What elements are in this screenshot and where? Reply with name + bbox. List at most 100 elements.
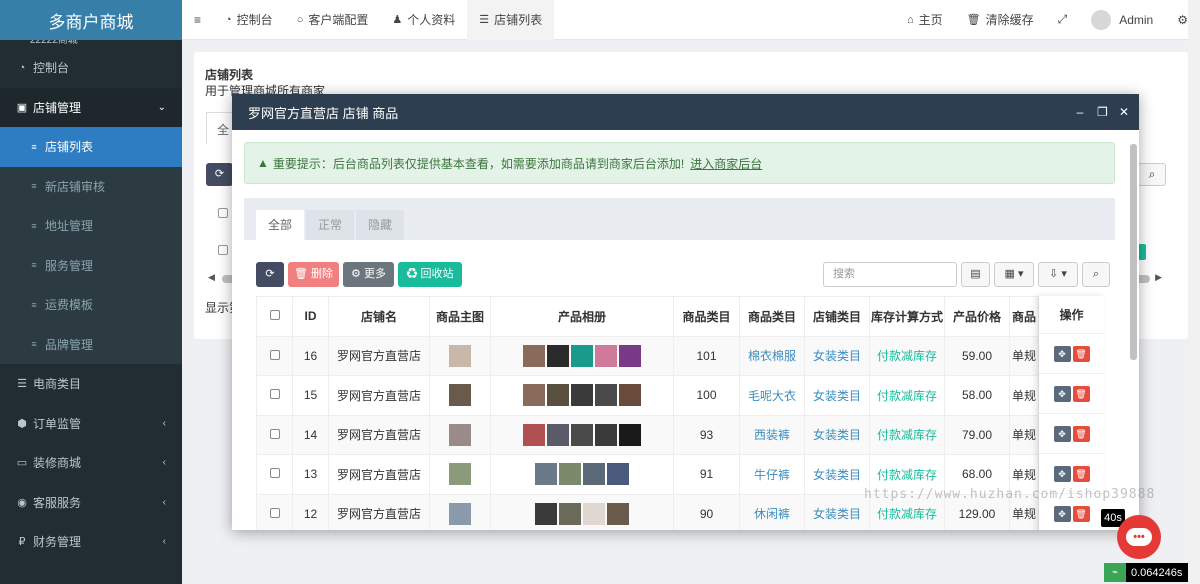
drag-sort-button[interactable]: ✥: [1053, 385, 1071, 402]
tab-all[interactable]: 全部: [256, 210, 305, 240]
maximize-icon[interactable]: ❐: [1097, 105, 1108, 119]
stock-method-label[interactable]: 付款减库存: [877, 468, 937, 482]
album-thumbnail[interactable]: [595, 344, 617, 367]
album-thumbnail[interactable]: [547, 344, 569, 367]
sidebar-item[interactable]: ≡ 地址管理: [0, 206, 182, 246]
delete-row-button[interactable]: 🗑: [1072, 425, 1090, 442]
modal-scrollbar[interactable]: [1130, 144, 1137, 360]
album-thumbnail[interactable]: [595, 423, 617, 446]
column-header[interactable]: 店铺名: [328, 296, 430, 337]
sidebar-item[interactable]: ▣ 店铺管理 ⌄: [0, 87, 182, 127]
column-header[interactable]: ID: [292, 296, 329, 337]
shop-category-link[interactable]: 女装类目: [813, 507, 861, 521]
delete-row-button[interactable]: 🗑: [1072, 465, 1090, 482]
scroll-right-icon[interactable]: ▶: [1155, 272, 1162, 283]
album-thumbnail[interactable]: [583, 463, 605, 486]
album-thumbnail[interactable]: [607, 502, 629, 525]
main-image-thumbnail[interactable]: [449, 344, 471, 367]
search-button[interactable]: ⌕: [1082, 262, 1110, 287]
app-logo[interactable]: 多商户商城: [0, 0, 182, 40]
album-thumbnail[interactable]: [571, 384, 593, 407]
clear-cache-button[interactable]: 🗑 清除缓存: [955, 0, 1046, 40]
refresh-button-behind[interactable]: ⟳: [206, 163, 233, 186]
sidebar-item[interactable]: ≡ 运费模板: [0, 285, 182, 325]
album-thumbnail[interactable]: [619, 384, 641, 407]
album-thumbnail[interactable]: [547, 384, 569, 407]
stock-method-label[interactable]: 付款减库存: [877, 507, 937, 521]
main-image-thumbnail[interactable]: [449, 463, 471, 486]
sidebar-item[interactable]: ☰ 电商类目: [0, 364, 182, 404]
fullscreen-button[interactable]: ⤢: [1046, 0, 1080, 40]
delete-row-button[interactable]: 🗑: [1072, 385, 1090, 402]
sidebar-item[interactable]: ₽ 财务管理 ‹: [0, 522, 182, 562]
album-thumbnail[interactable]: [583, 502, 605, 525]
shop-category-link[interactable]: 女装类目: [813, 389, 861, 403]
column-header[interactable]: 商品类目: [739, 296, 805, 337]
delete-row-button[interactable]: 🗑: [1072, 505, 1090, 522]
row-checkbox[interactable]: [269, 468, 280, 479]
row-checkbox[interactable]: [269, 389, 280, 400]
table-row[interactable]: 15 罗网官方直营店 100 毛呢大衣 女装类目 付款减库存 58.00 单规: [256, 375, 1039, 416]
category-link[interactable]: 西装裤: [754, 428, 790, 442]
shop-category-link[interactable]: 女装类目: [813, 468, 861, 482]
refresh-button[interactable]: ⟳: [256, 262, 284, 287]
category-link[interactable]: 休闲裤: [754, 507, 790, 521]
album-thumbnail[interactable]: [547, 423, 569, 446]
select-all-checkbox[interactable]: [269, 310, 280, 321]
tab-normal[interactable]: 正常: [306, 210, 355, 240]
more-button[interactable]: ⚙ 更多: [343, 262, 394, 287]
drag-sort-button[interactable]: ✥: [1053, 345, 1071, 362]
recycle-bin-button[interactable]: ♻ 回收站: [398, 262, 462, 287]
sidebar-item[interactable]: ◔ 控制台: [0, 48, 182, 88]
topbar-tab[interactable]: ☰ 店铺列表: [467, 0, 555, 40]
category-link[interactable]: 牛仔裤: [754, 468, 790, 482]
row-checkbox[interactable]: [269, 428, 280, 439]
category-link[interactable]: 毛呢大衣: [748, 389, 796, 403]
album-thumbnail[interactable]: [595, 384, 617, 407]
column-header[interactable]: 产品相册: [490, 296, 674, 337]
column-header[interactable]: 商品: [1009, 296, 1039, 337]
topbar-tab[interactable]: ○ 客户端配置: [285, 0, 381, 40]
sidebar-item[interactable]: ⬢ 订单监管 ‹: [0, 404, 182, 444]
sidebar-item[interactable]: ≡ 店铺列表: [0, 127, 182, 167]
column-header[interactable]: 店铺类目: [804, 296, 870, 337]
album-thumbnail[interactable]: [619, 423, 641, 446]
minimize-icon[interactable]: –: [1075, 105, 1085, 119]
drag-sort-button[interactable]: ✥: [1053, 465, 1071, 482]
row-checkbox[interactable]: [269, 349, 280, 360]
tab-hidden[interactable]: 隐藏: [356, 210, 405, 240]
album-thumbnail[interactable]: [571, 423, 593, 446]
export-dropdown[interactable]: ⇩ ▾: [1038, 262, 1078, 287]
album-thumbnail[interactable]: [535, 502, 557, 525]
checkbox-behind[interactable]: [218, 208, 228, 218]
shop-category-link[interactable]: 女装类目: [813, 428, 861, 442]
stock-method-label[interactable]: 付款减库存: [877, 428, 937, 442]
album-thumbnail[interactable]: [523, 423, 545, 446]
sidebar-item[interactable]: ▭ 装修商城 ‹: [0, 443, 182, 483]
topbar-tab[interactable]: ◔ 控制台: [213, 0, 285, 40]
table-row[interactable]: 16 罗网官方直营店 101 棉衣棉服 女装类目 付款减库存 59.00 单规: [256, 335, 1039, 376]
user-menu[interactable]: Admin: [1079, 0, 1165, 40]
search-input[interactable]: 搜索: [823, 262, 957, 287]
category-link[interactable]: 棉衣棉服: [748, 349, 796, 363]
toggle-view-button[interactable]: ▤: [961, 262, 990, 287]
scroll-left-icon[interactable]: ◀: [208, 272, 215, 283]
album-thumbnail[interactable]: [607, 463, 629, 486]
close-icon[interactable]: ✕: [1119, 105, 1129, 119]
shop-category-link[interactable]: 女装类目: [813, 349, 861, 363]
table-row[interactable]: 14 罗网官方直营店 93 西装裤 女装类目 付款减库存 79.00 单规: [256, 414, 1039, 455]
main-image-thumbnail[interactable]: [449, 502, 471, 525]
delete-row-button[interactable]: 🗑: [1072, 345, 1090, 362]
column-header[interactable]: 库存计算方式: [869, 296, 945, 337]
sidebar-item[interactable]: ◉ 客服服务 ‹: [0, 483, 182, 523]
chat-button[interactable]: •••: [1117, 515, 1161, 559]
column-header[interactable]: 商品主图: [429, 296, 491, 337]
main-image-thumbnail[interactable]: [449, 384, 471, 407]
delete-button[interactable]: 🗑 删除: [288, 262, 339, 287]
sidebar-item-cut[interactable]: 22222商城: [0, 40, 182, 48]
sidebar-item[interactable]: ≡ 品牌管理: [0, 324, 182, 364]
merchant-backend-link[interactable]: 进入商家后台: [690, 155, 762, 172]
page-scrollbar[interactable]: [1188, 0, 1200, 584]
drag-sort-button[interactable]: ✥: [1053, 425, 1071, 442]
columns-dropdown[interactable]: ▦ ▾: [994, 262, 1034, 287]
